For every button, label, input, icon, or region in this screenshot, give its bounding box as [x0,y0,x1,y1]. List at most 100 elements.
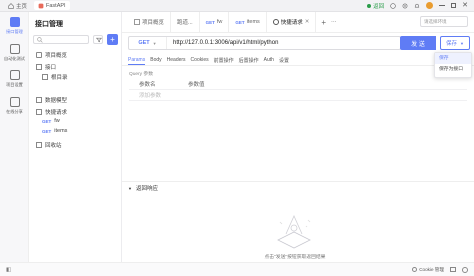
search-icon [37,36,43,43]
tab-label: fw [216,19,223,25]
tab-runway[interactable]: 跑道... [171,11,200,33]
empty-state-icon [277,215,311,249]
tab-bar: 项目概览 跑道... GET fw GET items 快捷请求 ✕ + ⋯ 请… [122,11,474,33]
method-badge: GET [235,19,245,25]
project-settings-icon [9,70,20,80]
url-bar: GET ▼ http://127.0.0.1:3006/api/v1/html/… [128,36,401,50]
project-tab-label: FastAPI [46,2,66,9]
method-select[interactable]: GET ▼ [129,37,167,49]
left-rail: 接口管理 自动化测试 项目设置 在线分享 [0,12,29,276]
save-menu-item-save-as-api[interactable]: 保存为接口 [435,64,471,75]
environment-select[interactable]: 请选择环境 [420,16,468,27]
tab-label: items [246,19,260,25]
tree-item-label: 数据模型 [45,98,68,104]
response-header[interactable]: ▼ 返回响应 [128,184,158,193]
tab-label: 跑道... [177,20,193,26]
notification-icon[interactable] [414,3,420,9]
tree-item-overview[interactable]: 项目概览 [36,51,67,59]
save-button[interactable]: 保存 ▼ [440,36,470,50]
avatar[interactable] [426,2,434,9]
chevron-down-icon: ▼ [152,40,157,46]
chevron-down-icon: ▼ [128,185,132,191]
request-icon [36,109,42,115]
method-badge: GET [205,19,215,25]
rail-item-api[interactable]: 接口管理 [0,17,29,35]
overview-icon [134,19,140,25]
cookie-label: Cookie 管理 [419,266,444,272]
tree-item-root[interactable]: 根目录 [42,73,68,81]
params-header-row: 参数名 参数值 [129,79,467,90]
new-tab-icon[interactable]: + [316,18,331,27]
add-param-input[interactable]: 添加参数 [139,91,188,99]
cookie-manager[interactable]: Cookie 管理 [412,267,444,273]
tab-fw[interactable]: GET fw [200,11,230,33]
column-header: 参数名 [139,82,156,88]
folder-icon [36,64,42,70]
filter-button[interactable] [93,35,103,44]
tree-item-models[interactable]: 数据模型 [36,96,67,104]
project-tab[interactable]: FastAPI [34,1,70,10]
help-circle-icon[interactable] [462,266,468,273]
tab-overview[interactable]: 项目概览 [128,11,172,33]
tab-label: 项目概览 [142,20,165,26]
tab-auth[interactable]: Auth [264,57,274,65]
method-badge: GET [42,128,52,134]
table-row: 添加参数 [129,90,467,101]
rail-label: 在线分享 [6,109,23,114]
more-tabs-icon[interactable]: ⋯ [331,19,337,25]
save-menu: 保存 保存为接口 [434,52,472,78]
method-value: GET [138,40,150,46]
close-tab-icon[interactable]: ✕ [305,19,310,25]
request-tabs: Params Body Headers Cookies 前置操作 后置操作 Au… [128,57,289,65]
tree-item-label: 项目概览 [45,53,68,59]
add-button[interactable]: + [107,34,118,45]
home-icon [8,2,14,9]
tree-item-api[interactable]: 接口 [36,63,56,71]
tab-items[interactable]: GET items [229,11,267,33]
tab-post-ops[interactable]: 后置操作 [239,57,259,65]
return-link[interactable]: 返回 [367,2,384,10]
tree-item-label: 接口 [45,65,57,71]
tab-settings[interactable]: 设置 [279,57,289,65]
plus-icon: + [110,35,115,44]
rail-item-settings[interactable]: 项目设置 [0,70,29,88]
help-icon[interactable] [390,2,396,9]
status-bar: ◧ Cookie 管理 [0,262,474,276]
maximize-icon[interactable] [451,3,457,8]
collapse-sidebar-icon[interactable]: ◧ [0,267,11,273]
sidebar: 接口管理 + 项目概览 接口 根目录 数据模型 快捷请求 GET fw GET … [29,12,122,276]
tab-cookies[interactable]: Cookies [191,57,209,65]
minimize-icon[interactable] [439,5,446,6]
tree-item-fw[interactable]: GET fw [42,118,60,124]
tree-item-label: fw [54,118,60,124]
request-icon [272,19,279,25]
response-title: 返回响应 [135,186,158,192]
tab-body[interactable]: Body [150,57,161,65]
tree-item-items[interactable]: GET items [42,128,67,134]
tree-item-quick-request[interactable]: 快捷请求 [36,108,67,116]
tab-params[interactable]: Params [128,57,146,65]
chevron-down-icon: ▼ [460,40,464,46]
tree-item-label: 根目录 [51,75,68,81]
url-input[interactable]: http://127.0.0.1:3006/api/v1/html/python [167,40,278,46]
home-tab[interactable]: 主页 [4,1,31,10]
tab-headers[interactable]: Headers [167,57,186,65]
sidebar-title: 接口管理 [35,21,63,28]
tree-item-trash[interactable]: 回收站 [36,141,62,149]
params-table: 参数名 参数值 添加参数 [129,79,467,101]
model-icon [36,97,42,103]
send-button[interactable]: 发 送 [400,36,436,50]
online-share-icon [9,97,20,107]
query-params-label: Query 参数 [129,72,153,77]
rail-item-automation[interactable]: 自动化测试 [0,44,29,62]
column-header: 参数值 [188,82,205,88]
divider [122,181,474,182]
rail-item-share[interactable]: 在线分享 [0,97,29,115]
tab-quick-request[interactable]: 快捷请求 ✕ [267,11,317,33]
layout-icon[interactable] [450,267,456,272]
settings-icon[interactable] [402,3,408,9]
tab-pre-ops[interactable]: 前置操作 [214,57,234,65]
close-icon[interactable]: ✕ [462,2,468,9]
sidebar-search[interactable] [33,35,89,44]
save-menu-item-save[interactable]: 保存 [435,53,471,64]
